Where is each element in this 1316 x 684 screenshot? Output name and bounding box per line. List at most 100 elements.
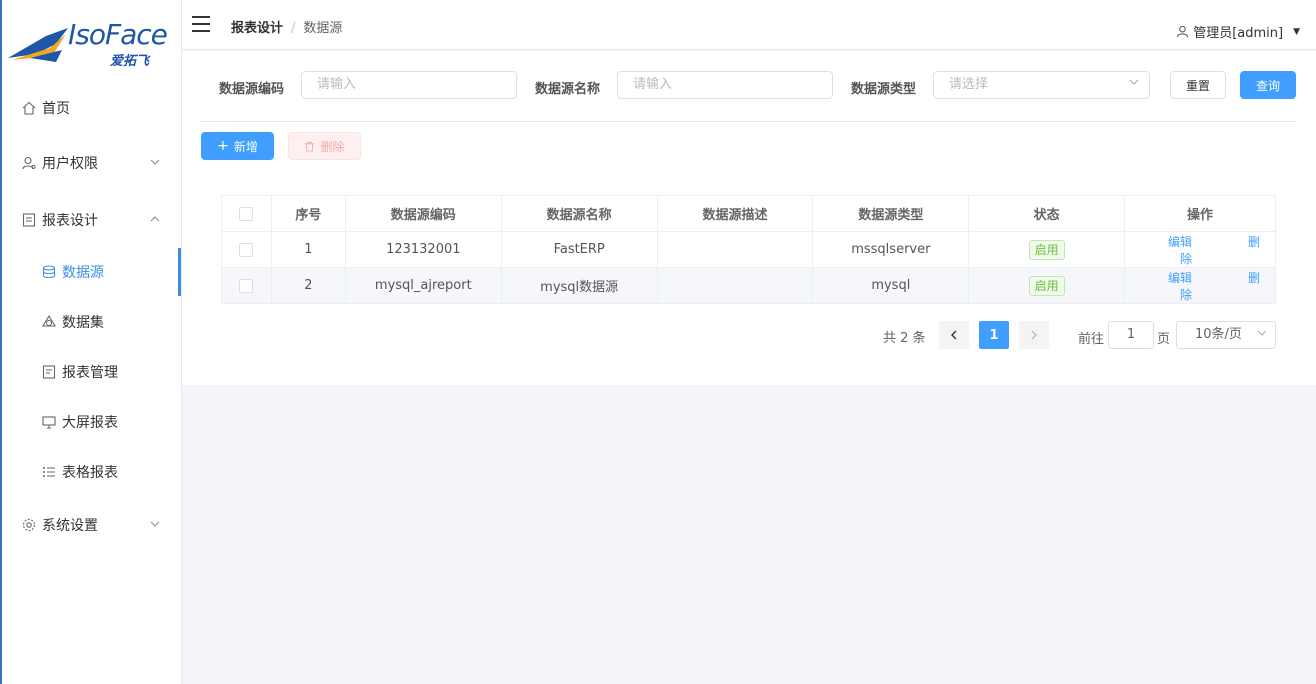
cell-status: 启用	[968, 231, 1126, 268]
user-icon	[1176, 25, 1189, 38]
next-page-button[interactable]	[1019, 321, 1049, 349]
column-header: 序号	[270, 195, 346, 232]
row-select-cell	[221, 267, 272, 304]
type-label: 数据源类型	[851, 82, 917, 97]
prev-page-button[interactable]	[939, 321, 969, 349]
goto-page-input[interactable]: 1	[1108, 321, 1154, 349]
name-input[interactable]: 请输入	[617, 71, 833, 99]
plus-icon: +	[217, 138, 229, 154]
menu-toggle-icon[interactable]	[192, 16, 210, 32]
main-card: 数据源编码 请输入 数据源名称 请输入 数据源类型 请选择 重置 查询 + 新增…	[182, 51, 1316, 385]
delete-button-label: 删除	[320, 139, 345, 154]
list-icon	[42, 465, 56, 479]
type-select[interactable]: 请选择	[933, 71, 1150, 99]
reset-button[interactable]: 重置	[1170, 71, 1226, 99]
logo-sub-text: 爱拓飞	[110, 54, 150, 69]
delete-button[interactable]: 删除	[288, 132, 361, 160]
sidebar: IsoFace 爱拓飞 首页 用户权限 报表设计 数据源 数据集 报表管理 大屏…	[0, 0, 182, 684]
active-indicator	[178, 248, 181, 296]
sidebar-item-label: 表格报表	[62, 465, 118, 481]
user-menu[interactable]: 管理员[admin] ▼	[1176, 22, 1300, 41]
top-header: 报表设计 / 数据源 管理员[admin] ▼	[182, 0, 1316, 50]
logo-text: IsoFace	[68, 18, 168, 51]
sidebar-item-report-design[interactable]: 报表设计	[2, 195, 182, 245]
page-number-current[interactable]: 1	[979, 321, 1009, 349]
row-checkbox[interactable]	[239, 278, 254, 293]
edit-link[interactable]: 编辑	[1168, 271, 1192, 285]
pagination-total: 共 2 条	[883, 331, 926, 346]
cell-index: 2	[270, 267, 346, 304]
cell-desc	[656, 267, 814, 304]
cell-type: mysql	[812, 267, 970, 304]
logo: IsoFace 爱拓飞	[6, 14, 182, 72]
sidebar-item-label: 报表管理	[62, 365, 118, 381]
cell-type: mssqlserver	[812, 231, 970, 268]
app-root: IsoFace 爱拓飞 首页 用户权限 报表设计 数据源 数据集 报表管理 大屏…	[0, 0, 1316, 684]
column-header: 数据源描述	[656, 195, 814, 232]
caret-down-icon: ▼	[1293, 26, 1300, 37]
gear-icon	[22, 518, 36, 532]
chevron-right-icon	[1031, 330, 1037, 340]
divider	[201, 121, 1296, 122]
sidebar-item-dataset[interactable]: 数据集	[2, 297, 182, 347]
breadcrumb: 报表设计 / 数据源	[231, 17, 342, 36]
report-manage-icon	[42, 365, 56, 379]
sidebar-item-bigscreen[interactable]: 大屏报表	[2, 397, 182, 447]
cell-code: mysql_ajreport	[344, 267, 502, 304]
page-size-select[interactable]: 10条/页	[1176, 321, 1276, 349]
sidebar-item-label: 大屏报表	[62, 415, 118, 431]
home-icon	[22, 101, 36, 115]
sidebar-item-label: 用户权限	[42, 156, 98, 172]
add-button-label: 新增	[233, 139, 258, 154]
row-checkbox[interactable]	[239, 242, 254, 257]
type-select-placeholder: 请选择	[949, 77, 989, 92]
breadcrumb-parent[interactable]: 报表设计	[231, 21, 283, 36]
chevron-down-icon	[1257, 322, 1267, 348]
cell-code: 123132001	[344, 231, 502, 268]
table-header-row: 序号 数据源编码 数据源名称 数据源描述 数据源类型 状态 操作	[221, 195, 1276, 232]
sidebar-item-label: 数据集	[62, 315, 104, 331]
code-input[interactable]: 请输入	[301, 71, 517, 99]
chevron-down-icon	[150, 155, 160, 171]
column-header: 数据源名称	[500, 195, 658, 232]
chevron-down-icon	[150, 517, 160, 533]
sidebar-item-label: 数据源	[62, 265, 104, 281]
select-all-cell	[221, 195, 272, 232]
edit-link[interactable]: 编辑	[1168, 235, 1192, 249]
dataset-icon	[42, 315, 56, 329]
cell-name: mysql数据源	[500, 267, 658, 304]
cell-status: 启用	[968, 267, 1126, 304]
database-icon	[42, 265, 56, 279]
cell-actions: 编辑 删除	[1124, 231, 1276, 268]
sidebar-item-report-manage[interactable]: 报表管理	[2, 347, 182, 397]
cell-actions: 编辑 删除	[1124, 267, 1276, 304]
column-header: 数据源编码	[344, 195, 502, 232]
select-all-checkbox[interactable]	[239, 206, 254, 221]
sidebar-item-label: 首页	[42, 101, 70, 117]
status-badge: 启用	[1028, 275, 1065, 296]
page-size-value: 10条/页	[1195, 327, 1242, 342]
breadcrumb-separator: /	[291, 21, 296, 36]
row-select-cell	[221, 231, 272, 268]
add-button[interactable]: + 新增	[201, 132, 274, 160]
delete-link[interactable]: 删除	[1180, 271, 1260, 302]
sidebar-item-system-settings[interactable]: 系统设置	[2, 500, 182, 550]
goto-prefix: 前往	[1078, 332, 1105, 347]
table-row: 1 123132001 FastERP mssqlserver 启用 编辑 删除	[221, 231, 1276, 268]
breadcrumb-current: 数据源	[303, 21, 343, 36]
column-header: 操作	[1124, 195, 1276, 232]
sidebar-item-table-report[interactable]: 表格报表	[2, 447, 182, 497]
table-row: 2 mysql_ajreport mysql数据源 mysql 启用 编辑 删除	[221, 267, 1276, 304]
cell-name: FastERP	[500, 231, 658, 268]
chevron-left-icon	[951, 330, 957, 340]
search-button[interactable]: 查询	[1240, 71, 1296, 99]
sidebar-item-datasource[interactable]: 数据源	[2, 247, 182, 297]
sidebar-item-home[interactable]: 首页	[2, 83, 182, 133]
delete-link[interactable]: 删除	[1180, 235, 1260, 266]
datasource-table: 序号 数据源编码 数据源名称 数据源描述 数据源类型 状态 操作 1 12313…	[221, 195, 1276, 304]
sidebar-item-user-permissions[interactable]: 用户权限	[2, 138, 182, 188]
sidebar-item-label: 报表设计	[42, 213, 98, 229]
code-label: 数据源编码	[219, 82, 285, 97]
chevron-down-icon	[1129, 72, 1139, 98]
monitor-icon	[42, 415, 56, 429]
